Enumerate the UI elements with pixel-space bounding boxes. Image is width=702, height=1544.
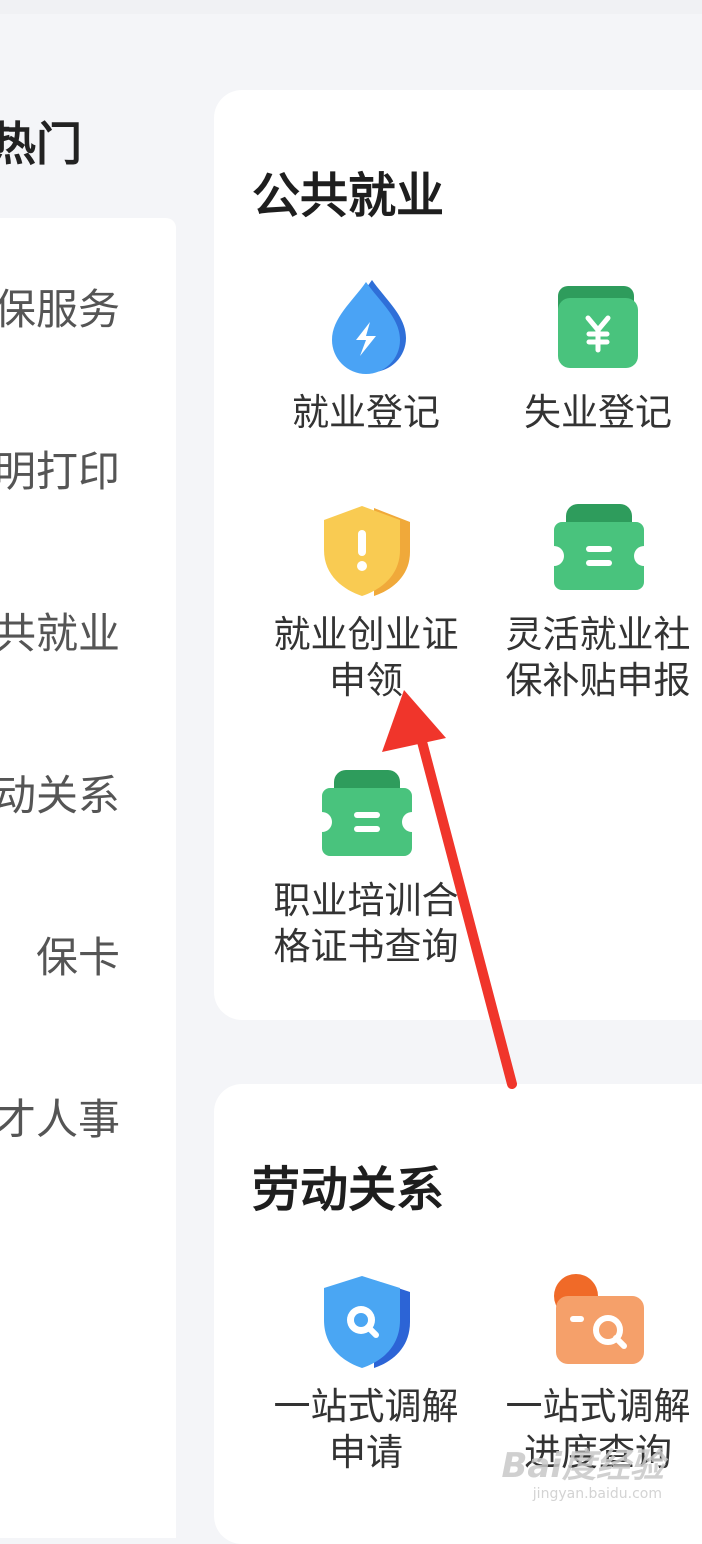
- service-entrepreneurship-certificate[interactable]: 就业创业证 申领: [250, 500, 482, 704]
- label-line-1: 一站式调解: [273, 1385, 459, 1428]
- yellow-shield-exclamation-icon: [324, 506, 410, 596]
- section-public-employment: 公共就业 就业登记 失业登记 就业创业证 申领 灵活就业社 保补贴申报 职业培训…: [214, 90, 702, 1020]
- blue-drop-lightning-icon: [332, 280, 406, 374]
- label-line-1: 灵活就业社: [505, 613, 691, 656]
- service-unemployment-registration[interactable]: 失业登记: [482, 278, 702, 436]
- service-label: 一站式调解 申请: [250, 1384, 482, 1476]
- green-wallet-yen-icon: [558, 286, 638, 368]
- service-label: 职业培训合 格证书查询: [250, 878, 482, 970]
- watermark-logo: Bai度经验: [501, 1446, 664, 1486]
- orange-folder-search-icon: [554, 1274, 644, 1364]
- service-mediation-application[interactable]: 一站式调解 申请: [250, 1272, 482, 1476]
- label-line-2: 保补贴申报: [505, 659, 691, 702]
- rail-item-social-security-card[interactable]: 保卡: [36, 924, 120, 985]
- rail-item-talent-personnel[interactable]: 才人事: [0, 1086, 120, 1147]
- rail-item-certificate-print[interactable]: 明打印: [0, 438, 120, 499]
- service-training-certificate-query[interactable]: 职业培训合 格证书查询: [250, 766, 482, 970]
- label-line-1: 职业培训合: [273, 879, 459, 922]
- section-title: 公共就业: [252, 168, 445, 224]
- top-bar: [0, 0, 702, 14]
- service-flexible-employment-subsidy[interactable]: 灵活就业社 保补贴申报: [482, 500, 702, 704]
- service-label: 灵活就业社 保补贴申报: [482, 612, 702, 704]
- green-ticket-icon: [322, 770, 412, 856]
- label-line-2: 格证书查询: [273, 925, 459, 968]
- blue-shield-search-icon: [324, 1276, 410, 1368]
- section-title: 劳动关系: [252, 1162, 445, 1218]
- label-line-1: 一站式调解: [505, 1385, 691, 1428]
- label-line-2: 申领: [329, 659, 403, 702]
- label-line-1: 就业创业证: [273, 613, 459, 656]
- rail-header-hot[interactable]: 热门: [0, 108, 82, 174]
- service-label: 失业登记: [524, 391, 672, 434]
- service-employment-registration[interactable]: 就业登记: [250, 278, 482, 436]
- green-ticket-icon: [554, 504, 644, 590]
- label-line-2: 申请: [329, 1431, 403, 1474]
- category-rail: 保服务 明打印 共就业 动关系 保卡 才人事: [0, 218, 176, 1538]
- service-label: 就业创业证 申领: [250, 612, 482, 704]
- rail-item-labor-relations[interactable]: 动关系: [0, 762, 120, 823]
- service-label: 就业登记: [292, 391, 440, 434]
- rail-item-social-security-service[interactable]: 保服务: [0, 276, 120, 337]
- watermark-url: jingyan.baidu.com: [532, 1486, 662, 1502]
- rail-item-public-employment[interactable]: 共就业: [0, 600, 120, 661]
